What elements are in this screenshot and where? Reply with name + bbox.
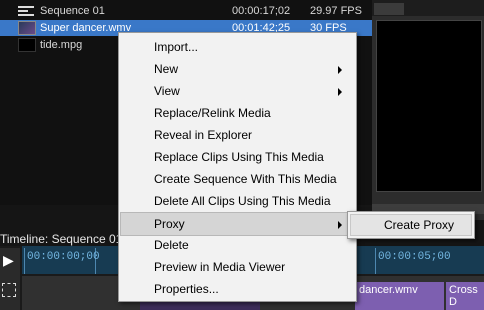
menu-item-replace-relink[interactable]: Replace/Relink Media — [121, 102, 354, 124]
menu-item-label: Reveal in Explorer — [154, 128, 253, 142]
menu-item-label: Create Sequence With This Media — [154, 172, 337, 186]
sequence-icon — [18, 6, 34, 17]
menu-item-create-sequence[interactable]: Create Sequence With This Media — [121, 168, 354, 190]
preview-video — [376, 20, 482, 192]
menu-item-create-proxy[interactable]: Create Proxy — [350, 214, 472, 236]
menu-item-delete[interactable]: Delete — [121, 234, 354, 256]
menu-item-label: Import... — [154, 40, 199, 54]
menu-item-import[interactable]: Import... — [121, 36, 354, 58]
menu-item-label: New — [154, 62, 179, 76]
panel-tab[interactable] — [374, 3, 404, 15]
menu-item-new[interactable]: New — [121, 58, 354, 80]
media-name: Sequence 01 — [40, 5, 105, 17]
media-duration: 00:00:17;02 — [232, 5, 291, 17]
menu-item-label: Delete All Clips Using This Media — [154, 194, 331, 208]
menu-item-reveal[interactable]: Reveal in Explorer — [121, 124, 354, 146]
video-thumbnail-icon — [18, 21, 36, 35]
menu-item-label: Proxy — [154, 217, 185, 231]
menu-item-label: Delete — [154, 238, 189, 252]
selection-tool-icon[interactable] — [2, 283, 16, 297]
menu-item-preview[interactable]: Preview in Media Viewer — [121, 256, 354, 278]
menu-item-proxy[interactable]: Proxy — [120, 212, 355, 236]
panel-header — [372, 0, 484, 16]
media-row-sequence[interactable]: Sequence 01 00:00:17;02 29.97 FPS — [0, 3, 372, 19]
menu-item-delete-all-clips[interactable]: Delete All Clips Using This Media — [121, 190, 354, 212]
submenu-arrow-icon — [338, 66, 342, 74]
timecode-label: 00:00:05;00 — [378, 251, 451, 263]
timecode-label: 00:00:00;00 — [27, 251, 100, 263]
right-panel — [372, 0, 484, 220]
context-menu: Import... New View Replace/Relink Media … — [118, 32, 357, 302]
clip-label: dancer.wmv — [359, 284, 418, 296]
menu-item-view[interactable]: View — [121, 80, 354, 102]
media-name: tide.mpg — [40, 39, 83, 51]
black-thumbnail-icon — [18, 38, 36, 52]
menu-item-properties[interactable]: Properties... — [121, 278, 354, 300]
menu-item-label: Replace/Relink Media — [154, 106, 271, 120]
menu-item-label: View — [154, 84, 180, 98]
pointer-tool-icon[interactable]: ▶ — [3, 252, 14, 269]
timeline-title: Timeline: Sequence 01 — [0, 232, 123, 246]
menu-item-label: Replace Clips Using This Media — [154, 150, 324, 164]
menu-item-label: Preview in Media Viewer — [154, 260, 286, 274]
ruler-tick — [24, 248, 25, 274]
menu-item-label: Create Proxy — [384, 218, 455, 232]
menu-item-label: Properties... — [154, 282, 219, 296]
menu-item-replace-clips[interactable]: Replace Clips Using This Media — [121, 146, 354, 168]
submenu-arrow-icon — [338, 221, 342, 229]
submenu-arrow-icon — [338, 88, 342, 96]
ruler-tick — [375, 248, 376, 274]
proxy-submenu: Create Proxy — [347, 211, 475, 239]
clip-label: Cross D — [449, 284, 478, 308]
media-fps: 29.97 FPS — [310, 5, 362, 17]
